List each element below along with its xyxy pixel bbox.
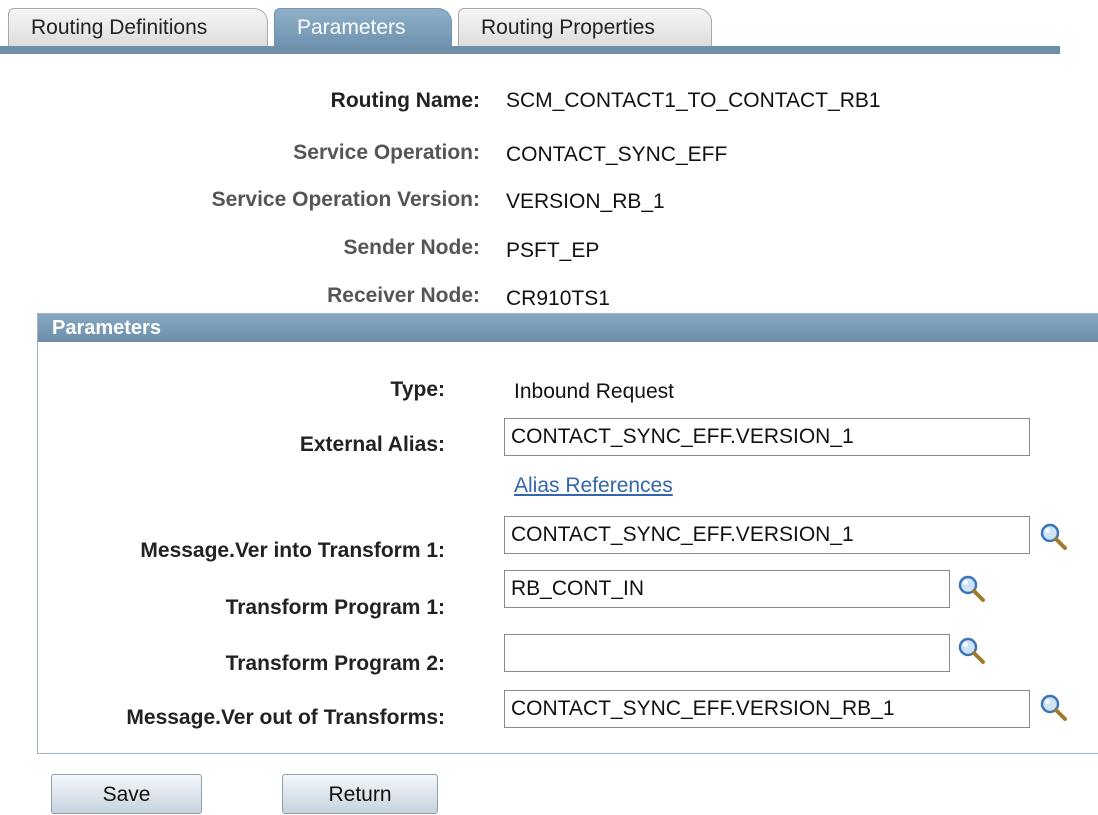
type-value: Inbound Request (514, 380, 674, 403)
magnifier-lookup-icon[interactable] (1038, 693, 1068, 723)
service-operation-version-value: VERSION_RB_1 (506, 190, 665, 213)
msg-out-of-transforms-label: Message.Ver out of Transforms: (126, 706, 445, 729)
tab-routing-definitions[interactable]: Routing Definitions (8, 8, 268, 46)
transform-program-1-input[interactable]: RB_CONT_IN (504, 570, 950, 608)
receiver-node-label: Receiver Node: (327, 284, 480, 307)
magnifier-lookup-icon[interactable] (1038, 522, 1068, 552)
transform-program-2-label: Transform Program 2: (225, 652, 445, 675)
alias-references-link[interactable]: Alias References (514, 474, 673, 498)
return-button[interactable]: Return (282, 774, 438, 814)
msg-out-of-transforms-input[interactable]: CONTACT_SYNC_EFF.VERSION_RB_1 (504, 690, 1030, 728)
sender-node-label: Sender Node: (343, 236, 480, 259)
msg-into-transform-input[interactable]: CONTACT_SYNC_EFF.VERSION_1 (504, 516, 1030, 554)
tab-routing-properties[interactable]: Routing Properties (458, 8, 712, 46)
msg-into-transform-label: Message.Ver into Transform 1: (140, 539, 445, 562)
type-label: Type: (390, 378, 445, 401)
service-operation-value: CONTACT_SYNC_EFF (506, 143, 728, 166)
transform-program-1-label: Transform Program 1: (225, 596, 445, 619)
external-alias-input[interactable]: CONTACT_SYNC_EFF.VERSION_1 (504, 418, 1030, 456)
routing-name-value: SCM_CONTACT1_TO_CONTACT_RB1 (506, 89, 881, 112)
service-operation-version-label: Service Operation Version: (211, 188, 480, 211)
external-alias-label: External Alias: (299, 433, 445, 456)
parameters-group-header: Parameters (38, 314, 1098, 342)
tab-bar: Routing Definitions Parameters Routing P… (0, 0, 1060, 58)
parameters-group: Parameters Type: Inbound Request Externa… (37, 313, 1098, 754)
service-operation-label: Service Operation: (293, 141, 480, 164)
magnifier-lookup-icon[interactable] (956, 574, 986, 604)
tab-underline (0, 46, 1060, 54)
save-button[interactable]: Save (51, 774, 202, 814)
sender-node-value: PSFT_EP (506, 239, 600, 262)
transform-program-2-input[interactable] (504, 634, 950, 672)
receiver-node-value: CR910TS1 (506, 287, 610, 310)
routing-name-label: Routing Name: (330, 89, 480, 112)
tab-parameters[interactable]: Parameters (274, 8, 452, 46)
magnifier-lookup-icon[interactable] (956, 636, 986, 666)
